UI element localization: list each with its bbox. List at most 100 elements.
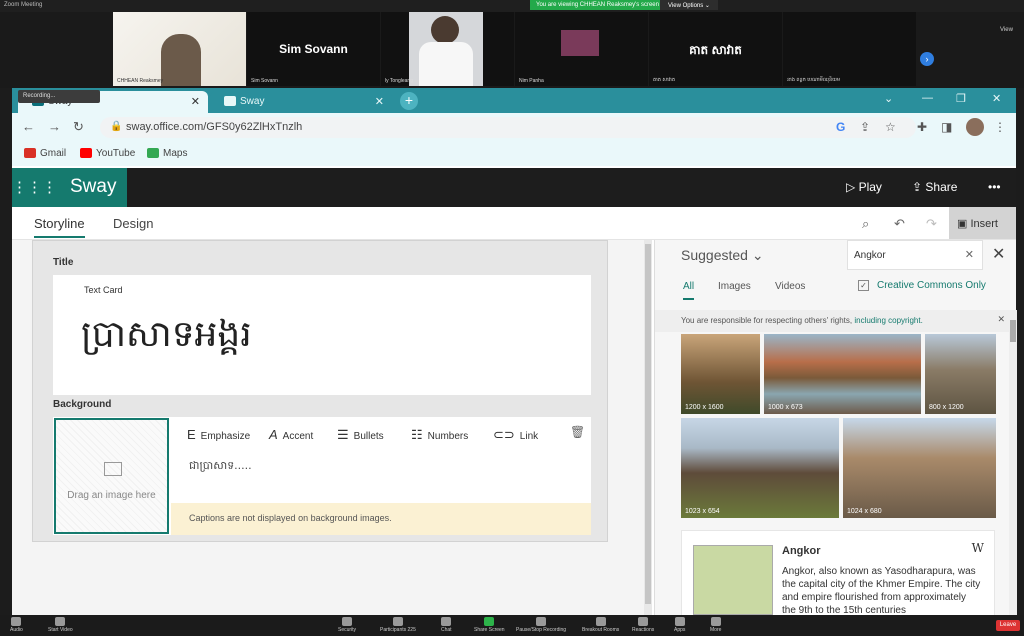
bookmark-youtube[interactable]: YouTube — [80, 148, 135, 159]
forward-icon[interactable]: → — [48, 119, 61, 134]
back-icon[interactable]: ← — [22, 119, 35, 134]
bookmark-gmail[interactable]: Gmail — [24, 148, 66, 159]
participant-count: 225 — [407, 627, 416, 633]
image-result[interactable]: 1200 x 1600 — [681, 334, 760, 414]
side-panel-icon[interactable]: ◨ — [941, 120, 952, 134]
emphasize-icon: E — [187, 427, 196, 442]
card-title-text[interactable]: ប្រាសាទអង្គរ — [81, 311, 252, 364]
apps-button[interactable]: Apps — [674, 617, 685, 633]
storyline-canvas: Title Text Card ប្រាសាទអង្គរ Background … — [12, 240, 652, 615]
chevron-down-icon: ⌄ — [751, 247, 764, 263]
dismiss-notice-icon[interactable]: ✕ — [997, 314, 1005, 325]
browser-menu-icon[interactable]: ⋮ — [994, 120, 1006, 134]
participant-tile[interactable]: គាត សាវាត គាត សាវាត — [649, 12, 782, 86]
bookmark-star-icon[interactable]: ☆ — [885, 120, 896, 134]
sway-tabs-row: Storyline Design ⌕ ↶ ↷ ▣ Insert — [12, 207, 1016, 240]
creative-commons-checkbox[interactable]: ✓ Creative Commons Only — [858, 280, 986, 291]
filter-videos[interactable]: Videos — [775, 281, 805, 292]
bullets-icon: ☰ — [337, 427, 349, 442]
breakout-rooms-icon — [595, 617, 606, 626]
numbers-button[interactable]: ☷ Numbers — [411, 427, 468, 443]
bullets-button[interactable]: ☰ Bullets — [337, 427, 384, 443]
search-icon[interactable]: ⌕ — [862, 216, 869, 232]
app-launcher-icon[interactable]: ⋮⋮⋮ — [12, 168, 57, 207]
security-button[interactable]: Security — [338, 617, 356, 633]
next-page-icon[interactable]: › — [920, 52, 934, 66]
link-button[interactable]: ⊂⊃ Link — [493, 427, 538, 443]
participant-label: គាត សាវាត — [653, 77, 676, 83]
url-input[interactable]: 🔒 sway.office.com/GFS0y62ZlHxTnzlh — [100, 117, 916, 138]
new-tab-icon[interactable]: + — [400, 92, 418, 110]
close-pane-icon[interactable]: ✕ — [992, 244, 1005, 264]
caption-input[interactable]: ជាប្រាសាទ..... — [189, 459, 252, 475]
image-result[interactable]: 1023 x 654 — [681, 418, 839, 518]
share-page-icon[interactable]: ⇪ — [860, 120, 870, 134]
image-drop-zone[interactable]: Drag an image here — [54, 418, 169, 534]
chat-button[interactable]: Chat — [441, 617, 452, 633]
image-result[interactable]: 1024 x 680 — [843, 418, 996, 518]
close-window-icon[interactable]: ✕ — [992, 92, 1001, 105]
participant-tile[interactable]: ly Tongleang — [381, 12, 514, 86]
delete-icon[interactable]: 🗑 — [570, 425, 585, 439]
accent-button[interactable]: A Accent — [269, 427, 313, 442]
microphone-icon — [11, 617, 22, 626]
bookmark-maps[interactable]: Maps — [147, 148, 187, 159]
google-icon[interactable]: G — [836, 120, 845, 134]
pane-scrollbar[interactable] — [1009, 310, 1017, 615]
wikipedia-card[interactable]: Angkor W Angkor, also known as Yasodhara… — [681, 530, 995, 616]
tab-design[interactable]: Design — [113, 216, 153, 231]
caption-note: Captions are not displayed on background… — [171, 503, 591, 535]
share-screen-button[interactable]: Share Screen — [474, 617, 505, 633]
pause-recording-button[interactable]: Pause/Stop Recording — [516, 617, 566, 633]
filter-images[interactable]: Images — [718, 281, 751, 292]
participants-button[interactable]: Participants 225 — [380, 617, 416, 633]
close-tab-icon[interactable]: ✕ — [191, 95, 200, 108]
tab-sway[interactable]: Sway ✕ — [210, 91, 392, 113]
suggested-dropdown[interactable]: Suggested ⌄ — [681, 247, 764, 264]
start-video-button[interactable]: Start Video — [48, 617, 73, 633]
more-button[interactable]: More — [710, 617, 721, 633]
restore-icon[interactable]: ❐ — [956, 92, 966, 105]
tab-storyline[interactable]: Storyline — [34, 216, 85, 238]
view-options-button[interactable]: View Options ⌄ — [660, 0, 718, 10]
play-button[interactable]: ▷ Play — [846, 180, 882, 194]
profile-avatar[interactable] — [966, 118, 984, 136]
participant-tile[interactable]: Sim Sovann Sim Sovann — [247, 12, 380, 86]
close-tab-icon[interactable]: ✕ — [375, 95, 384, 108]
participant-tile[interactable]: នាង ពន្លក បេណាមីឈុនិយម — [783, 12, 916, 86]
clear-search-icon[interactable]: ✕ — [965, 248, 974, 261]
minimize-icon[interactable]: — — [922, 92, 933, 104]
canvas-scrollbar[interactable] — [644, 240, 652, 615]
more-options-icon[interactable]: ••• — [988, 180, 1001, 194]
share-button[interactable]: ⇪ Share — [912, 180, 957, 194]
redo-icon[interactable]: ↷ — [926, 216, 937, 232]
view-button[interactable]: View — [1000, 27, 1013, 33]
insert-button[interactable]: ▣ Insert — [949, 207, 1016, 239]
share-icon: ⇪ — [912, 180, 926, 194]
title-card[interactable]: Text Card ប្រាសាទអង្គរ — [53, 275, 591, 395]
wiki-title: Angkor — [782, 545, 821, 557]
image-result[interactable]: 1000 x 673 — [764, 334, 921, 414]
participant-tile[interactable]: CHHEAN Reaksmey — [113, 12, 246, 86]
filter-all[interactable]: All — [683, 281, 695, 300]
reactions-button[interactable]: Reactions — [632, 617, 654, 633]
image-result[interactable]: 800 x 1200 — [925, 334, 996, 414]
undo-icon[interactable]: ↶ — [894, 216, 905, 232]
participant-name: Sim Sovann — [279, 42, 348, 56]
leave-button[interactable]: Leave — [996, 620, 1020, 631]
search-input[interactable]: Angkor ✕ — [847, 240, 983, 270]
extensions-icon[interactable]: ✚ — [917, 120, 927, 134]
copyright-notice: You are responsible for respecting other… — [655, 310, 1009, 332]
reload-icon[interactable]: ↻ — [73, 119, 84, 135]
zoom-window-title: Zoom Meeting — [4, 2, 43, 8]
emphasize-button[interactable]: E Emphasize — [187, 427, 250, 442]
participant-tile[interactable]: Nim Panha — [515, 12, 648, 86]
link-icon: ⊂⊃ — [493, 427, 515, 442]
breakout-rooms-button[interactable]: Breakout Rooms — [582, 617, 619, 633]
participant-label: នាង ពន្លក បេណាមីឈុនិយម — [787, 77, 841, 83]
audio-button[interactable]: Audio — [10, 617, 23, 633]
participant-label: CHHEAN Reaksmey — [117, 78, 164, 84]
copyright-link[interactable]: including copyright. — [854, 316, 922, 325]
tab-search-icon[interactable]: ⌄ — [884, 92, 893, 105]
participant-video — [409, 12, 483, 86]
